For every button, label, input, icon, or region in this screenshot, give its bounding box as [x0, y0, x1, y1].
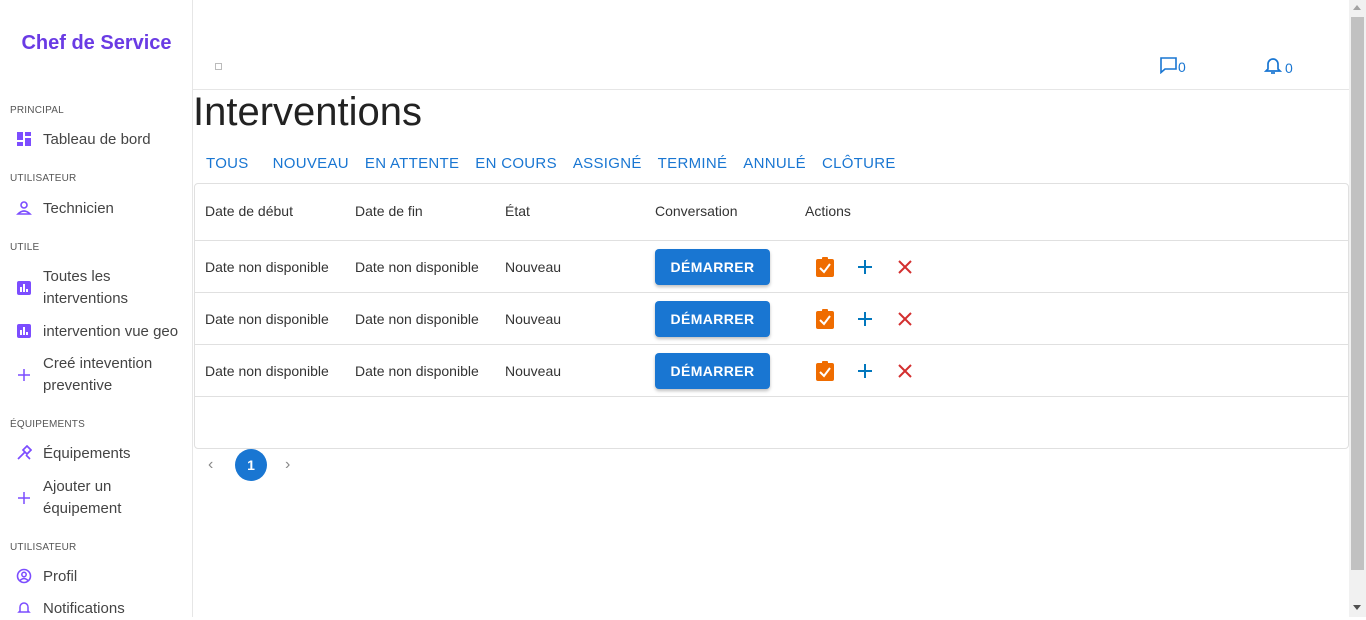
- add-icon[interactable]: [855, 361, 875, 381]
- sidebar-item-technicien[interactable]: Technicien: [14, 198, 190, 220]
- chat-icon: [1159, 56, 1178, 77]
- tab-assigne[interactable]: ASSIGNÉ: [573, 155, 642, 172]
- cell-end-date: Date non disponible: [355, 259, 479, 275]
- account-circle-icon: [14, 566, 34, 586]
- sidebar-item-label: Creé intevention preventive: [43, 355, 153, 394]
- section-principal: PRINCIPAL: [10, 105, 64, 116]
- sidebar-item-label: Toutes les interventions: [43, 268, 129, 307]
- column-header-state[interactable]: État: [505, 203, 530, 219]
- delete-icon[interactable]: [895, 309, 915, 329]
- divider: [195, 292, 1348, 293]
- delete-icon[interactable]: [895, 361, 915, 381]
- sidebar-item-label: Ajouter un équipement: [43, 478, 122, 517]
- sidebar-item-equipements[interactable]: Équipements: [14, 443, 190, 465]
- dashboard-icon: [14, 129, 34, 149]
- cell-start-date: Date non disponible: [205, 311, 329, 327]
- sidebar-item-ajouter-equipement[interactable]: Ajouter un équipement: [14, 476, 190, 520]
- assign-clipboard-icon[interactable]: [815, 309, 835, 329]
- tab-termine[interactable]: TERMINÉ: [658, 155, 728, 172]
- cell-start-date: Date non disponible: [205, 363, 329, 379]
- add-icon[interactable]: [855, 257, 875, 277]
- messages-count: 0: [1178, 58, 1186, 75]
- sidebar-item-dashboard[interactable]: Tableau de bord: [14, 129, 190, 151]
- plus-icon: [14, 365, 34, 385]
- next-page-icon[interactable]: ›: [285, 456, 290, 474]
- cell-state: Nouveau: [505, 311, 562, 327]
- assign-clipboard-icon[interactable]: [815, 257, 835, 277]
- sidebar-item-label: Profil: [43, 568, 78, 585]
- tools-icon: [14, 443, 34, 463]
- bar-chart-icon: [14, 321, 34, 341]
- sidebar: Chef de Service PRINCIPAL Tableau de bor…: [0, 0, 193, 617]
- divider: [195, 344, 1348, 345]
- scroll-thumb[interactable]: [1351, 17, 1364, 570]
- sidebar-item-label: Tableau de bord: [43, 131, 151, 148]
- tab-annule[interactable]: ANNULÉ: [743, 155, 806, 172]
- column-header-end[interactable]: Date de fin: [355, 203, 423, 219]
- cell-state: Nouveau: [505, 363, 562, 379]
- cell-end-date: Date non disponible: [355, 311, 479, 327]
- sidebar-item-label: Technicien: [43, 200, 114, 217]
- scroll-up-icon[interactable]: [1353, 5, 1361, 10]
- sidebar-item-profil[interactable]: Profil: [14, 566, 190, 588]
- tab-cloture[interactable]: CLÔTURE: [822, 155, 896, 172]
- assign-clipboard-icon[interactable]: [815, 361, 835, 381]
- cell-end-date: Date non disponible: [355, 363, 479, 379]
- sidebar-item-toutes-interventions[interactable]: Toutes les interventions: [14, 266, 190, 310]
- column-header-start[interactable]: Date de début: [205, 203, 293, 219]
- tab-tous[interactable]: TOUS: [206, 155, 249, 172]
- top-bar: 0 0: [193, 20, 1349, 90]
- menu-toggle-icon[interactable]: [215, 63, 222, 70]
- sidebar-item-label: Équipements: [43, 445, 131, 462]
- person-icon: [14, 198, 34, 218]
- sidebar-item-label: intervention vue geo: [43, 323, 179, 340]
- interventions-table: Date de début Date de fin État Conversat…: [194, 183, 1349, 449]
- sidebar-item-vue-geo[interactable]: intervention vue geo: [14, 321, 190, 343]
- sidebar-item-creer-preventive[interactable]: Creé intevention preventive: [14, 353, 190, 397]
- delete-icon[interactable]: [895, 257, 915, 277]
- page-title: Interventions: [193, 90, 423, 134]
- start-button[interactable]: DÉMARRER: [655, 249, 770, 285]
- section-utile: UTILE: [10, 242, 40, 253]
- start-button[interactable]: DÉMARRER: [655, 353, 770, 389]
- cell-state: Nouveau: [505, 259, 562, 275]
- scrollbar[interactable]: [1349, 0, 1366, 617]
- column-header-conversation[interactable]: Conversation: [655, 203, 738, 219]
- bell-icon: [1263, 56, 1283, 79]
- messages-button[interactable]: 0: [1159, 56, 1186, 77]
- column-header-actions[interactable]: Actions: [805, 203, 851, 219]
- cell-start-date: Date non disponible: [205, 259, 329, 275]
- section-utilisateur-2: UTILISATEUR: [10, 542, 77, 553]
- status-tabs: TOUS NOUVEAU EN ATTENTE EN COURS ASSIGNÉ…: [206, 155, 912, 172]
- divider: [195, 396, 1348, 397]
- tab-en-attente[interactable]: EN ATTENTE: [365, 155, 459, 172]
- bell-icon: [14, 598, 34, 618]
- brand-title[interactable]: Chef de Service: [0, 32, 193, 55]
- bar-chart-icon: [14, 278, 34, 298]
- section-equipements: ÉQUIPEMENTS: [10, 419, 85, 430]
- tab-en-cours[interactable]: EN COURS: [475, 155, 557, 172]
- page-number-current[interactable]: 1: [235, 449, 267, 481]
- add-icon[interactable]: [855, 309, 875, 329]
- notifications-button[interactable]: 0: [1263, 56, 1293, 79]
- notifications-count: 0: [1285, 59, 1293, 76]
- section-utilisateur: UTILISATEUR: [10, 173, 77, 184]
- prev-page-icon[interactable]: ‹: [208, 456, 213, 474]
- tab-nouveau[interactable]: NOUVEAU: [273, 155, 349, 172]
- scroll-down-icon[interactable]: [1353, 605, 1361, 610]
- start-button[interactable]: DÉMARRER: [655, 301, 770, 337]
- divider: [195, 240, 1348, 241]
- plus-icon: [14, 488, 34, 508]
